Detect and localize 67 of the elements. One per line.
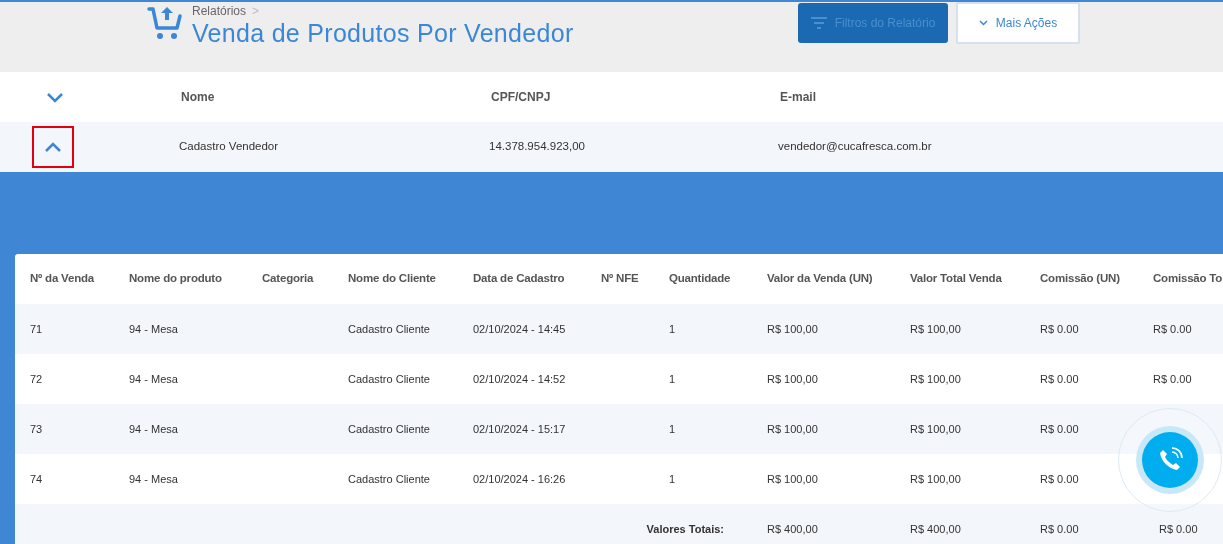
table-cell: 94 - Mesa <box>129 322 178 335</box>
chevron-down-icon <box>46 91 64 103</box>
table-cell: R$ 100,00 <box>910 472 961 485</box>
phone-icon <box>1157 447 1183 473</box>
table-cell: R$ 100,00 <box>910 372 961 385</box>
filter-icon <box>810 17 827 29</box>
table-cell: Cadastro Cliente <box>348 322 430 335</box>
table-cell-text: vendedor@cucafresca.com.br <box>778 139 933 155</box>
table-cell: R$ 100,00 <box>910 422 961 435</box>
table-cell: 94 - Mesa <box>129 472 178 485</box>
table-cell: R$ 100,00 <box>767 422 818 435</box>
sale-number-link[interactable]: 71 <box>30 322 43 335</box>
table-cell: R$ 100,00 <box>910 322 961 335</box>
column-header: Categoria <box>247 254 333 304</box>
column-header: CPF/CNPJ <box>491 89 552 106</box>
more-actions-button[interactable]: Mais Ações <box>956 2 1080 44</box>
table-cell-text: Cadastro Vendedor <box>179 139 280 155</box>
breadcrumb-separator: > <box>252 4 260 18</box>
table-cell: R$ 0.00 <box>1040 422 1079 435</box>
column-header: Valor da Venda (UN) <box>752 254 895 304</box>
table-cell: 02/10/2024 - 16:26 <box>473 472 566 485</box>
table-cell: R$ 0.00 <box>1040 372 1079 385</box>
sale-number-link[interactable]: 72 <box>30 372 43 385</box>
breadcrumb-link[interactable]: Relatórios <box>192 4 247 18</box>
column-header: Comissão To <box>1138 254 1223 304</box>
table-cell: 94 - Mesa <box>129 422 178 435</box>
table-cell: Cadastro Cliente <box>348 472 430 485</box>
column-header: Data de Cadastro <box>458 254 586 304</box>
column-header: Nome <box>181 89 216 106</box>
cart-icon <box>146 4 184 42</box>
chevron-up-icon <box>44 141 62 153</box>
table-cell: R$ 0.00 <box>1153 322 1192 335</box>
column-header: Nome do Cliente <box>333 254 458 304</box>
table-cell-text: 14.378.954.923,00 <box>489 139 586 155</box>
table-cell: 02/10/2024 - 14:52 <box>473 372 566 385</box>
sale-number-link[interactable]: 74 <box>30 472 43 485</box>
table-cell: R$ 0.00 <box>1040 472 1079 485</box>
column-header: Valor Total Venda <box>895 254 1025 304</box>
table-cell: 1 <box>669 372 676 385</box>
table-cell: 02/10/2024 - 14:45 <box>473 322 566 335</box>
column-header: Nº NFE <box>586 254 654 304</box>
table-cell: Cadastro Cliente <box>348 372 430 385</box>
table-cell: 94 - Mesa <box>129 372 178 385</box>
column-header: E-mail <box>780 89 817 106</box>
column-header: Nome do produto <box>114 254 247 304</box>
totals-label: Valores Totais: <box>646 522 724 535</box>
total-cell: R$ 0.00 <box>1040 522 1079 535</box>
total-cell: R$ 400,00 <box>910 522 961 535</box>
table-cell: R$ 0.00 <box>1153 372 1192 385</box>
column-header: Quantidade <box>654 254 752 304</box>
table-cell: R$ 0.00 <box>1040 322 1079 335</box>
caret-icon <box>978 20 988 26</box>
total-cell: R$ 400,00 <box>767 522 818 535</box>
column-header: Comissão (UN) <box>1025 254 1138 304</box>
table-cell: 1 <box>669 472 676 485</box>
table-cell: 1 <box>669 322 676 335</box>
table-cell: R$ 100,00 <box>767 372 818 385</box>
total-cell: R$ 0.00 <box>1159 522 1198 535</box>
row-toggle[interactable] <box>32 126 74 168</box>
table-cell: R$ 100,00 <box>767 322 818 335</box>
table-cell: 1 <box>669 422 676 435</box>
column-header: Nº da Venda <box>15 254 114 304</box>
table-cell: 02/10/2024 - 15:17 <box>473 422 566 435</box>
table-cell: Cadastro Cliente <box>348 422 430 435</box>
sale-number-link[interactable]: 73 <box>30 422 43 435</box>
page-title: Venda de Produtos Por Vendedor <box>192 18 574 48</box>
table-cell: R$ 100,00 <box>767 472 818 485</box>
